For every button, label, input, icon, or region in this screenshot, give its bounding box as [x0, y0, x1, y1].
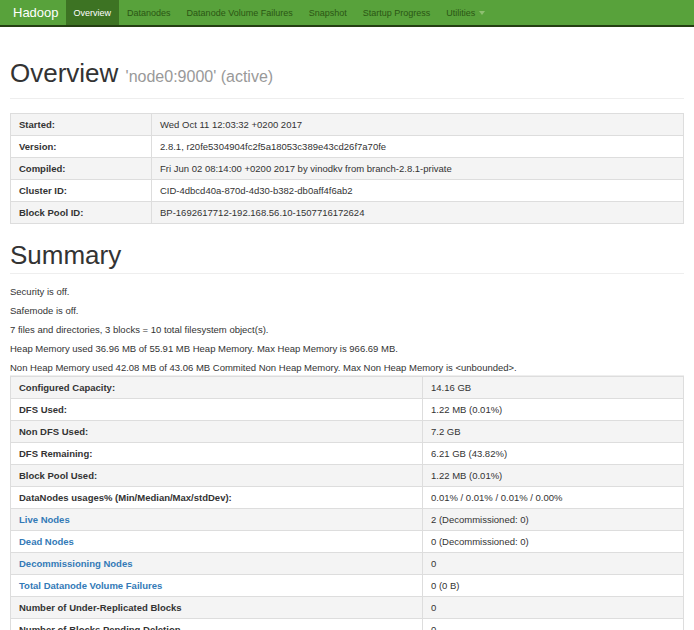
nav-item-snapshot[interactable]: Snapshot: [301, 0, 355, 25]
row-label: Number of Under-Replicated Blocks: [11, 597, 423, 619]
row-value: 14.16 GB: [423, 377, 684, 399]
overview-table: Started:Wed Oct 11 12:03:32 +0200 2017Ve…: [10, 113, 684, 224]
row-label: Total Datanode Volume Failures: [11, 575, 423, 597]
table-row: DataNodes usages% (Min/Median/Max/stdDev…: [11, 487, 684, 509]
summary-line: Security is off.: [10, 285, 684, 299]
divider: [10, 98, 684, 99]
nav-item-datanode-volume-failures[interactable]: Datanode Volume Failures: [179, 0, 301, 25]
summary-paragraphs: Security is off. Safemode is off. 7 files …: [10, 285, 684, 375]
table-row: Decommissioning Nodes 0: [11, 553, 684, 575]
row-value: Wed Oct 11 12:03:32 +0200 2017: [152, 114, 684, 136]
row-label: DFS Used:: [11, 399, 423, 421]
table-row: Block Pool Used:1.22 MB (0.01%): [11, 465, 684, 487]
page-content: Overview 'node0:9000' (active) Started:W…: [0, 59, 694, 630]
link-decommissioning-nodes[interactable]: Decommissioning Nodes: [19, 558, 133, 569]
table-row: Number of Blocks Pending Deletion0: [11, 619, 684, 630]
summary-title-text: Summary: [10, 240, 121, 270]
nav-menu: Overview Datanodes Datanode Volume Failure…: [66, 0, 494, 25]
nav-item-label: Utilities: [446, 8, 475, 18]
row-label: DataNodes usages% (Min/Median/Max/stdDev…: [11, 487, 423, 509]
row-label: Number of Blocks Pending Deletion: [11, 619, 423, 630]
row-value: 0 (Decommissioned: 0): [423, 531, 684, 553]
row-label: Block Pool ID:: [11, 202, 152, 224]
row-value: 0: [423, 597, 684, 619]
row-label: DFS Remaining:: [11, 443, 423, 465]
brand-hadoop[interactable]: Hadoop: [0, 0, 66, 25]
summary-table: Configured Capacity:14.16 GBDFS Used:1.2…: [10, 376, 684, 630]
table-row: Started:Wed Oct 11 12:03:32 +0200 2017: [11, 114, 684, 136]
table-row: Number of Under-Replicated Blocks0: [11, 597, 684, 619]
row-label: Started:: [11, 114, 152, 136]
table-row: Configured Capacity:14.16 GB: [11, 377, 684, 399]
table-row: DFS Remaining:6.21 GB (43.82%): [11, 443, 684, 465]
table-row: Live Nodes 2 (Decommissioned: 0): [11, 509, 684, 531]
row-value: 2 (Decommissioned: 0): [423, 509, 684, 531]
summary-line: 7 files and directories, 3 blocks = 10 t…: [10, 323, 684, 337]
row-label: Configured Capacity:: [11, 377, 423, 399]
row-label: Version:: [11, 136, 152, 158]
nav-item-label: Overview: [74, 8, 112, 18]
row-value: Fri Jun 02 08:14:00 +0200 2017 by vinodk…: [152, 158, 684, 180]
row-label: Block Pool Used:: [11, 465, 423, 487]
row-value: CID-4dbcd40a-870d-4d30-b382-db0aff4f6ab2: [152, 180, 684, 202]
summary-title: Summary: [10, 241, 684, 269]
row-value: 1.22 MB (0.01%): [423, 465, 684, 487]
table-row: DFS Used:1.22 MB (0.01%): [11, 399, 684, 421]
table-row: Block Pool ID:BP-1692617712-192.168.56.1…: [11, 202, 684, 224]
nav-item-label: Snapshot: [309, 8, 347, 18]
row-value: 0.01% / 0.01% / 0.01% / 0.00%: [423, 487, 684, 509]
row-label: Dead Nodes: [11, 531, 423, 553]
nav-item-datanodes[interactable]: Datanodes: [119, 0, 179, 25]
table-row: Non DFS Used:7.2 GB: [11, 421, 684, 443]
row-value: 7.2 GB: [423, 421, 684, 443]
table-row: Dead Nodes 0 (Decommissioned: 0): [11, 531, 684, 553]
overview-title: Overview 'node0:9000' (active): [10, 59, 684, 91]
table-row: Cluster ID:CID-4dbcd40a-870d-4d30-b382-d…: [11, 180, 684, 202]
navbar: Hadoop Overview Datanodes Datanode Volume …: [0, 0, 694, 27]
row-value: BP-1692617712-192.168.56.10-150771617262…: [152, 202, 684, 224]
link-live-nodes[interactable]: Live Nodes: [19, 514, 70, 525]
nav-item-overview[interactable]: Overview: [66, 0, 120, 25]
summary-line: Heap Memory used 36.96 MB of 55.91 MB He…: [10, 342, 684, 356]
chevron-down-icon: [479, 11, 485, 15]
row-label: Compiled:: [11, 158, 152, 180]
summary-line: Safemode is off.: [10, 304, 684, 318]
row-value: 0: [423, 619, 684, 630]
summary-line: Non Heap Memory used 42.08 MB of 43.06 M…: [10, 361, 684, 375]
nav-item-utilities[interactable]: Utilities: [438, 0, 493, 25]
divider: [10, 273, 684, 274]
nav-item-label: Startup Progress: [363, 8, 431, 18]
row-value: 0 (0 B): [423, 575, 684, 597]
row-value: 0: [423, 553, 684, 575]
table-row: Compiled:Fri Jun 02 08:14:00 +0200 2017 …: [11, 158, 684, 180]
nav-item-label: Datanode Volume Failures: [187, 8, 293, 18]
nav-item-label: Datanodes: [127, 8, 171, 18]
overview-title-text: Overview: [10, 58, 118, 88]
row-value: 1.22 MB (0.01%): [423, 399, 684, 421]
row-label: Live Nodes: [11, 509, 423, 531]
row-label: Decommissioning Nodes: [11, 553, 423, 575]
nav-item-startup-progress[interactable]: Startup Progress: [355, 0, 439, 25]
row-label: Cluster ID:: [11, 180, 152, 202]
row-value: 2.8.1, r20fe5304904fc2f5a18053c389e43cd2…: [152, 136, 684, 158]
link-dead-nodes[interactable]: Dead Nodes: [19, 536, 74, 547]
overview-subtitle: 'node0:9000' (active): [126, 68, 274, 85]
row-label: Non DFS Used:: [11, 421, 423, 443]
link-total-datanode-volume-failures[interactable]: Total Datanode Volume Failures: [19, 580, 162, 591]
table-row: Total Datanode Volume Failures 0 (0 B): [11, 575, 684, 597]
row-value: 6.21 GB (43.82%): [423, 443, 684, 465]
table-row: Version:2.8.1, r20fe5304904fc2f5a18053c3…: [11, 136, 684, 158]
